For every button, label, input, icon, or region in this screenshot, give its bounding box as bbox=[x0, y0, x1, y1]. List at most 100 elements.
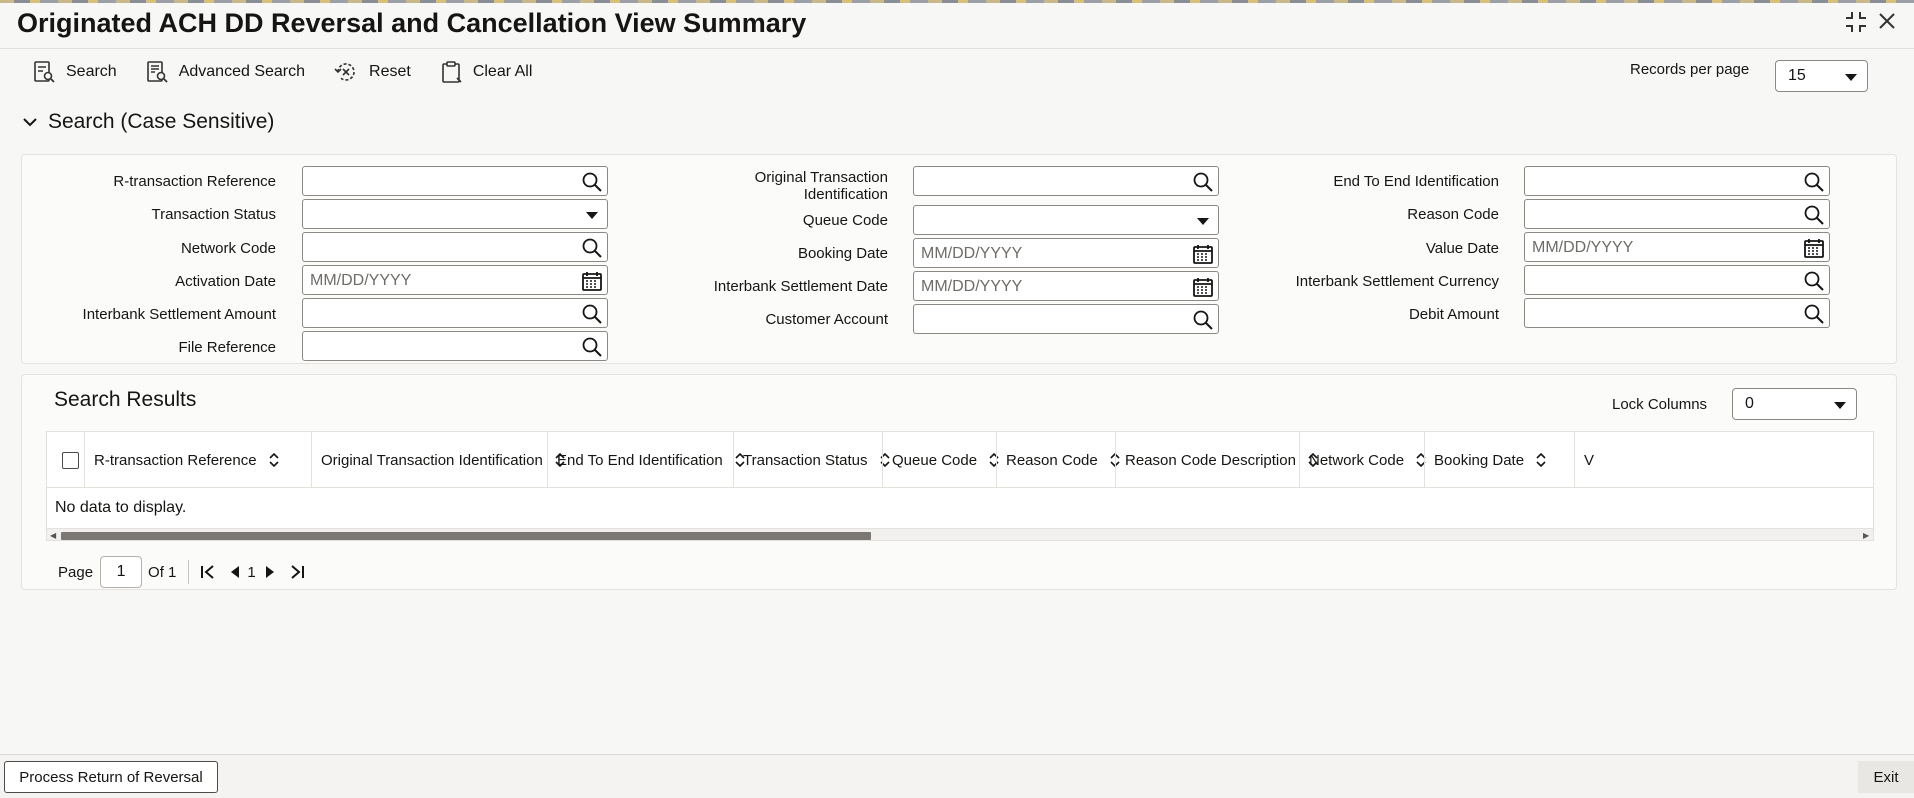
pagination: Page 1 Of 1 1 bbox=[58, 556, 306, 588]
queue-code-select[interactable] bbox=[913, 205, 1219, 235]
search-section-title: Search (Case Sensitive) bbox=[48, 110, 275, 133]
search-icon[interactable] bbox=[1803, 303, 1825, 330]
end-to-end-identification-field[interactable] bbox=[1524, 166, 1830, 196]
column-header[interactable]: Booking Date bbox=[1424, 432, 1574, 488]
interbank-settlement-date-field[interactable]: MM/DD/YYYY bbox=[913, 271, 1219, 301]
calendar-icon[interactable] bbox=[1192, 243, 1214, 270]
search-icon[interactable] bbox=[581, 303, 603, 330]
title-divider bbox=[0, 48, 1914, 49]
interbank-settlement-date-label: Interbank Settlement Date bbox=[713, 278, 888, 295]
column-header-label: R-transaction Reference bbox=[94, 451, 257, 469]
column-header[interactable]: End To End Identification bbox=[547, 432, 745, 488]
close-icon[interactable] bbox=[1878, 10, 1896, 36]
reason-code-field[interactable] bbox=[1524, 199, 1830, 229]
search-icon[interactable] bbox=[1192, 171, 1214, 198]
original-transaction-identification-field[interactable] bbox=[913, 166, 1219, 196]
column-header[interactable]: V bbox=[1574, 432, 1654, 488]
column-header[interactable]: Queue Code bbox=[882, 432, 999, 488]
search-list-icon bbox=[34, 61, 55, 83]
column-header-label: V bbox=[1584, 451, 1595, 469]
current-page-input[interactable]: 1 bbox=[100, 556, 143, 588]
clipboard-icon bbox=[442, 61, 462, 83]
calendar-icon[interactable] bbox=[1192, 276, 1214, 303]
original-transaction-identification-label-line1: Original Transaction bbox=[754, 169, 888, 186]
search-icon[interactable] bbox=[581, 237, 603, 264]
r-transaction-reference-field[interactable] bbox=[302, 166, 608, 196]
interbank-settlement-currency-label: Interbank Settlement Currency bbox=[1295, 273, 1499, 290]
column-header[interactable]: R-transaction Reference bbox=[84, 432, 311, 488]
file-reference-label: File Reference bbox=[178, 339, 276, 356]
network-code-field[interactable] bbox=[302, 232, 608, 262]
booking-date-placeholder: MM/DD/YYYY bbox=[921, 245, 1023, 262]
page-of-label: Of 1 bbox=[148, 563, 177, 581]
reset-button[interactable]: Reset bbox=[333, 60, 411, 84]
chevron-down-icon bbox=[1845, 74, 1857, 81]
clear-all-button[interactable]: Clear All bbox=[439, 60, 533, 84]
r-transaction-reference-label: R-transaction Reference bbox=[113, 173, 276, 190]
previous-page-icon[interactable] bbox=[229, 565, 241, 579]
activation-date-field[interactable]: MM/DD/YYYY bbox=[302, 265, 608, 295]
records-per-page-select[interactable]: 15 bbox=[1775, 60, 1868, 92]
last-page-icon[interactable] bbox=[288, 563, 306, 581]
search-icon[interactable] bbox=[581, 171, 603, 198]
chevron-down-icon bbox=[1834, 402, 1846, 409]
transaction-status-select[interactable] bbox=[302, 199, 608, 229]
calendar-icon[interactable] bbox=[1803, 237, 1825, 264]
search-icon[interactable] bbox=[1803, 171, 1825, 198]
search-icon[interactable] bbox=[581, 336, 603, 363]
search-icon[interactable] bbox=[1192, 309, 1214, 336]
sort-icon[interactable] bbox=[269, 453, 279, 467]
column-header[interactable]: Transaction Status bbox=[733, 432, 890, 488]
transaction-status-label: Transaction Status bbox=[151, 206, 276, 223]
booking-date-field[interactable]: MM/DD/YYYY bbox=[913, 238, 1219, 268]
column-header-label: Reason Code bbox=[1006, 451, 1098, 469]
search-icon[interactable] bbox=[1803, 270, 1825, 297]
original-transaction-identification-label-line2: Identification bbox=[803, 186, 888, 203]
horizontal-scrollbar[interactable]: ◀ ▶ bbox=[47, 528, 1873, 540]
results-table: R-transaction Reference Original Transact… bbox=[46, 431, 1874, 541]
next-page-icon[interactable] bbox=[264, 565, 276, 579]
scroll-right-icon[interactable]: ▶ bbox=[1863, 531, 1869, 540]
column-header-label: Network Code bbox=[1309, 451, 1405, 469]
select-all-checkbox[interactable] bbox=[62, 452, 79, 469]
debit-amount-label: Debit Amount bbox=[1408, 306, 1499, 323]
interbank-settlement-currency-field[interactable] bbox=[1524, 265, 1830, 295]
footer-bar: Process Return of Reversal Exit bbox=[0, 754, 1914, 798]
calendar-icon[interactable] bbox=[581, 270, 603, 297]
original-transaction-identification-label: Original Transaction Identification bbox=[755, 169, 888, 203]
scrollbar-thumb[interactable] bbox=[61, 532, 871, 540]
column-header[interactable]: Network Code bbox=[1299, 432, 1426, 488]
search-icon[interactable] bbox=[1803, 204, 1825, 231]
customer-account-field[interactable] bbox=[913, 304, 1219, 334]
page-number[interactable]: 1 bbox=[247, 564, 255, 581]
search-results-title: Search Results bbox=[54, 388, 197, 411]
column-header[interactable]: Reason Code bbox=[996, 432, 1120, 488]
file-reference-field[interactable] bbox=[302, 331, 608, 361]
first-page-icon[interactable] bbox=[199, 563, 217, 581]
scroll-left-icon[interactable]: ◀ bbox=[50, 531, 56, 540]
sort-icon[interactable] bbox=[1536, 453, 1546, 467]
column-header-label: Queue Code bbox=[892, 451, 978, 469]
end-to-end-identification-label: End To End Identification bbox=[1333, 173, 1499, 190]
advanced-search-button[interactable]: Advanced Search bbox=[145, 60, 305, 84]
value-date-label: Value Date bbox=[1425, 240, 1499, 257]
process-return-of-reversal-button[interactable]: Process Return of Reversal bbox=[4, 761, 218, 793]
column-header[interactable]: Reason Code Description bbox=[1115, 432, 1318, 488]
records-per-page-value: 15 bbox=[1788, 67, 1806, 84]
lock-columns-label: Lock Columns bbox=[1612, 396, 1708, 413]
column-header-label: Booking Date bbox=[1434, 451, 1525, 469]
search-button[interactable]: Search bbox=[32, 60, 117, 84]
interbank-settlement-amount-label: Interbank Settlement Amount bbox=[82, 306, 276, 323]
debit-amount-field[interactable] bbox=[1524, 298, 1830, 328]
reason-code-label: Reason Code bbox=[1407, 206, 1499, 223]
lock-columns-select[interactable]: 0 bbox=[1732, 388, 1857, 420]
column-header[interactable]: Original Transaction Identification bbox=[311, 432, 565, 488]
collapse-icon[interactable] bbox=[1844, 10, 1868, 40]
interbank-settlement-amount-field[interactable] bbox=[302, 298, 608, 328]
value-date-field[interactable]: MM/DD/YYYY bbox=[1524, 232, 1830, 262]
top-decorative-strip bbox=[0, 0, 1914, 3]
search-section-toggle[interactable]: Search (Case Sensitive) bbox=[22, 110, 274, 134]
queue-code-label: Queue Code bbox=[802, 212, 888, 229]
exit-button[interactable]: Exit bbox=[1858, 761, 1914, 793]
clear-all-button-label: Clear All bbox=[472, 63, 533, 80]
